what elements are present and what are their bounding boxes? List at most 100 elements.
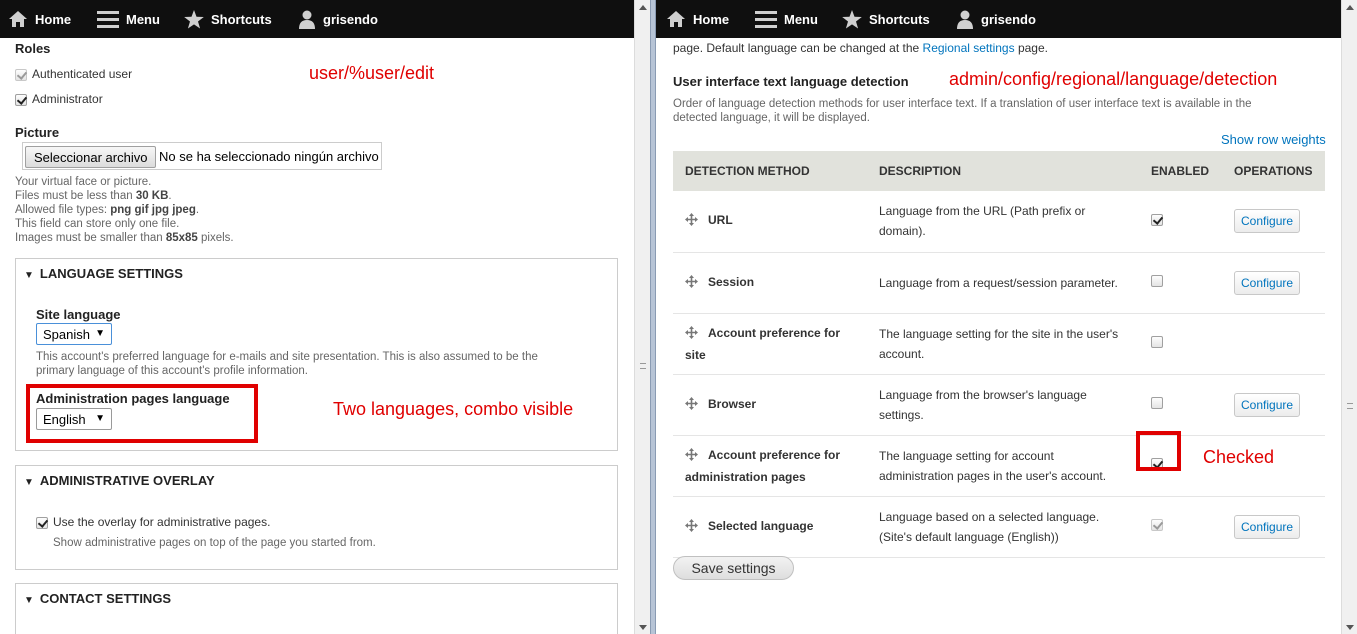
enabled-checkbox — [1151, 519, 1163, 531]
toolbar-home[interactable]: Home — [666, 0, 729, 38]
description-line: domain). — [879, 224, 926, 239]
enabled-checkbox[interactable] — [1151, 397, 1163, 409]
user-edit-form: Roles Authenticated user Administrator u… — [0, 38, 634, 634]
annotation-checked: Checked — [1203, 447, 1275, 467]
toolbar-menu-label: Menu — [784, 11, 818, 27]
enabled-checkbox[interactable] — [1151, 213, 1163, 226]
toolbar-user[interactable]: grisendo — [956, 0, 1036, 38]
operations-cell — [1222, 313, 1325, 375]
enabled-checkbox[interactable] — [1151, 336, 1163, 348]
detection-method-label: Session — [708, 274, 755, 289]
overlay-legend[interactable]: ▼ ADMINISTRATIVE OVERLAY — [24, 473, 215, 488]
right-browser-pane: Home Menu Shortcuts grisendo page. Defau… — [656, 0, 1357, 634]
detection-method-cell: URL — [673, 191, 867, 253]
scroll-down-icon[interactable] — [1346, 625, 1354, 630]
role-administrator-label: Administrator — [32, 92, 103, 106]
toolbar-user-label: grisendo — [981, 11, 1036, 27]
column-header-description: DESCRIPTION — [867, 151, 1139, 191]
picture-help-line4: This field can store only one file. — [15, 218, 180, 230]
user-icon — [957, 10, 973, 29]
overlay-help: Show administrative pages on top of the … — [53, 537, 376, 549]
drag-handle-icon[interactable] — [685, 396, 698, 416]
description-line: Language from a request/session paramete… — [879, 275, 1118, 290]
toolbar-home[interactable]: Home — [8, 0, 71, 38]
toolbar-menu[interactable]: Menu — [97, 0, 160, 38]
detection-description-cell: Language based on a selected language. (S… — [867, 496, 1139, 558]
scroll-up-icon[interactable] — [1346, 5, 1354, 10]
detection-method-label: Browser — [708, 396, 757, 411]
scroll-grip-icon[interactable] — [640, 363, 646, 369]
configure-button[interactable]: Configure — [1234, 209, 1301, 234]
detection-method-cell: Account preference for administration pag… — [673, 435, 867, 497]
toolbar-menu[interactable]: Menu — [755, 0, 818, 38]
detection-description-cell: Language from the URL (Path prefix or dom… — [867, 191, 1139, 253]
right-scrollbar[interactable] — [1341, 0, 1357, 634]
table-row: Session Language from a request/session p… — [673, 252, 1325, 314]
description-line: The language setting for account — [879, 448, 1054, 463]
table-row: Browser Language from the browser's langu… — [673, 374, 1325, 436]
column-header-method: DETECTION METHOD — [673, 151, 867, 191]
enabled-cell — [1139, 313, 1222, 375]
description-line: Language from the browser's language — [879, 387, 1087, 402]
table-row: Account preference for site The language s… — [673, 313, 1325, 375]
roles-label: Roles — [15, 41, 51, 56]
choose-file-button[interactable]: Seleccionar archivo — [25, 146, 157, 168]
description-line: administration pages in the user's accou… — [879, 468, 1107, 483]
detection-description-cell: Language from a request/session paramete… — [867, 252, 1139, 314]
configure-button[interactable]: Configure — [1234, 392, 1301, 417]
drag-handle-icon[interactable] — [685, 325, 698, 345]
operations-cell: Configure — [1222, 191, 1325, 253]
detection-methods-table: DETECTION METHOD DESCRIPTION ENABLED OPE… — [673, 151, 1325, 558]
toolbar-home-label: Home — [35, 11, 72, 27]
drag-handle-icon[interactable] — [685, 212, 698, 232]
enabled-cell — [1139, 191, 1222, 253]
role-authenticated-label: Authenticated user — [32, 67, 133, 81]
picture-help-line3: Allowed file types: png gif jpg jpeg. — [15, 204, 200, 216]
home-icon — [667, 11, 685, 27]
site-language-help: This account's preferred language for e-… — [36, 351, 538, 377]
toolbar-home-label: Home — [693, 11, 730, 27]
drag-handle-icon[interactable] — [685, 518, 698, 538]
scroll-up-icon[interactable] — [639, 5, 647, 10]
role-authenticated-checkbox — [15, 69, 27, 81]
detection-description-cell: The language setting for account administ… — [867, 435, 1139, 497]
save-settings-button[interactable]: Save settings — [673, 556, 794, 580]
show-row-weights-link[interactable]: Show row weights — [1221, 132, 1326, 147]
annotation-user-edit-path: user/%user/edit — [309, 63, 435, 83]
toolbar-shortcuts[interactable]: Shortcuts — [184, 0, 272, 38]
toolbar-user[interactable]: grisendo — [298, 0, 378, 38]
left-browser-pane: Home Menu Shortcuts grisendo Roles Authe… — [0, 0, 650, 634]
overlay-fieldset: ▼ ADMINISTRATIVE OVERLAY Use the overlay … — [15, 465, 618, 570]
picture-help-line2: Files must be less than 30 KB. — [15, 190, 172, 202]
detection-description-cell: Language from the browser's language sett… — [867, 374, 1139, 436]
dropdown-caret-icon: ▼ — [95, 328, 105, 339]
toolbar-shortcuts[interactable]: Shortcuts — [842, 0, 930, 38]
admin-toolbar: Home Menu Shortcuts grisendo — [656, 0, 1341, 38]
regional-settings-link[interactable]: Regional settings — [923, 41, 1015, 55]
section-title: User interface text language detection — [673, 74, 909, 89]
overlay-checkbox[interactable] — [36, 517, 48, 529]
scroll-down-icon[interactable] — [639, 625, 647, 630]
enabled-checkbox[interactable] — [1151, 275, 1163, 287]
drag-handle-icon[interactable] — [685, 447, 698, 467]
left-scrollbar[interactable] — [634, 0, 650, 634]
language-settings-legend[interactable]: ▼ LANGUAGE SETTINGS — [24, 266, 183, 281]
site-language-select[interactable]: Spanish ▼ — [36, 323, 112, 345]
drag-handle-icon[interactable] — [685, 274, 698, 294]
column-header-enabled: ENABLED — [1139, 151, 1222, 191]
operations-cell: Configure — [1222, 496, 1325, 558]
user-icon — [299, 10, 315, 29]
scroll-grip-icon[interactable] — [1347, 403, 1353, 409]
contact-settings-legend[interactable]: ▼ CONTACT SETTINGS — [24, 591, 171, 606]
configure-button[interactable]: Configure — [1234, 270, 1301, 295]
star-icon — [184, 9, 204, 28]
role-administrator-checkbox[interactable] — [15, 94, 27, 106]
file-status-text: No se ha seleccionado ningún archivo — [159, 149, 379, 164]
configure-button[interactable]: Configure — [1234, 514, 1301, 539]
annotation-two-languages: Two languages, combo visible — [333, 399, 574, 419]
detection-method-cell: Browser — [673, 374, 867, 436]
annotation-highlight-checked — [1136, 431, 1181, 471]
detection-method-label-cont: administration pages — [685, 469, 806, 484]
file-input[interactable]: Seleccionar archivo No se ha seleccionad… — [22, 142, 382, 170]
enabled-cell — [1139, 252, 1222, 314]
